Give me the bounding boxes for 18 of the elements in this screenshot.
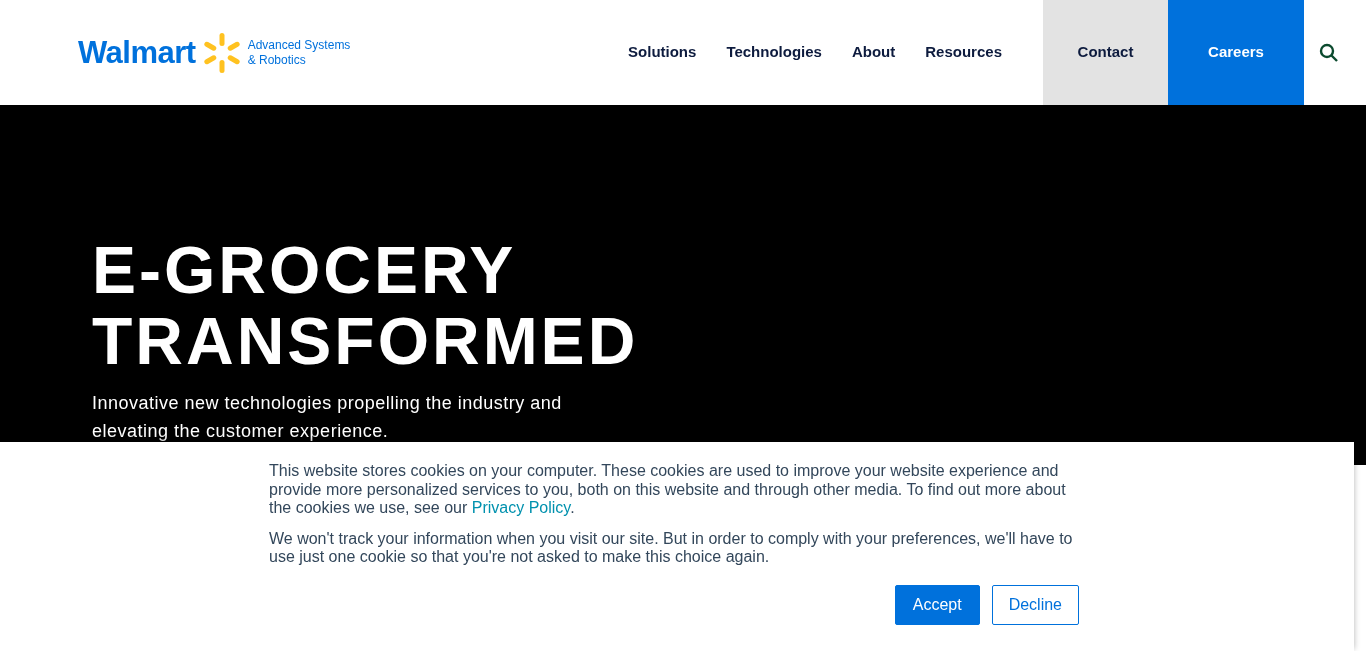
logo-tagline: & Robotics [247, 52, 307, 68]
accept-button[interactable]: Accept [894, 584, 980, 625]
privacy-policy-link[interactable]: Privacy Policy [471, 499, 571, 516]
cookie-notice-text: We won't track your information when you visit our site. But in order to comply with your preferences, we'll have to use just one cookie so that you're not asked to make this choice again. [269, 529, 1074, 567]
nav-link[interactable]: Solutions [613, 0, 712, 105]
nav-link[interactable]: Technologies [711, 0, 837, 105]
contact-button[interactable]: Contact [1043, 0, 1168, 105]
hero-subtitle: Innovative new technologies propelling the industry and elevating the customer experience. [92, 392, 563, 443]
search-icon[interactable] [1319, 42, 1339, 63]
logo-tagline: Advanced Systems [247, 37, 351, 53]
cookie-notice-text: This website stores cookies on your computer. These cookies are used to improve your website experience and provide more personalized services to you, both on this website and through other media. To find out more about the cookies we use, see our Privacy Policy. [269, 462, 1067, 518]
spark-icon [203, 31, 240, 74]
logo-wordmark: Walmart [78, 37, 196, 68]
nav-link[interactable]: About [836, 0, 911, 105]
decline-button[interactable]: Decline [991, 584, 1079, 625]
careers-button[interactable]: Careers [1168, 0, 1304, 105]
hero-title: E-GROCERY TRANSFORMED [92, 235, 640, 377]
nav-link[interactable]: Resources [910, 0, 1017, 105]
